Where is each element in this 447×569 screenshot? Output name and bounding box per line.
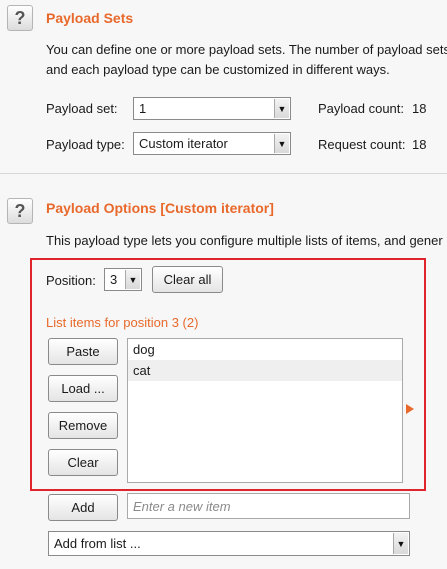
payload-type-select[interactable]: Custom iterator ▼ [133,132,291,155]
triangle-right-icon[interactable] [406,404,414,414]
request-count-value: 18 [412,137,427,152]
chevron-down-icon: ▼ [274,134,289,153]
position-value: 3 [110,272,118,287]
list-item[interactable]: dog [128,339,402,360]
payload-set-value: 1 [139,101,147,116]
paste-button[interactable]: Paste [48,338,118,365]
chevron-down-icon: ▼ [125,270,140,289]
list-items-caption: List items for position 3 (2) [46,315,199,330]
chevron-down-icon: ▼ [393,533,408,554]
section-divider [0,173,447,174]
clear-button[interactable]: Clear [48,449,118,476]
payload-count-label: Payload count: [318,101,405,116]
payload-count-value: 18 [412,101,427,116]
new-item-input[interactable]: Enter a new item [127,493,410,519]
add-from-list-select[interactable]: Add from list ... ▼ [48,531,410,556]
add-button[interactable]: Add [48,494,118,521]
payload-type-label: Payload type: [46,137,125,152]
chevron-down-icon: ▼ [274,99,289,118]
payload-set-label: Payload set: [46,101,118,116]
load-button[interactable]: Load ... [48,375,118,402]
payload-sets-description-line2: and each payload type can be customized … [46,62,390,77]
payload-options-title: Payload Options [Custom iterator] [46,200,274,216]
payload-sets-description-line1: You can define one or more payload sets.… [46,42,447,57]
payload-set-select[interactable]: 1 ▼ [133,97,291,120]
payload-items-list[interactable]: dog cat [127,338,403,483]
clear-all-button[interactable]: Clear all [152,266,223,293]
request-count-label: Request count: [318,137,406,152]
payload-type-value: Custom iterator [139,136,228,151]
help-icon[interactable]: ? [7,5,33,31]
add-from-list-value: Add from list ... [54,536,141,551]
payload-sets-title: Payload Sets [46,10,134,26]
help-icon[interactable]: ? [7,198,33,224]
position-label: Position: [46,273,96,288]
list-item[interactable]: cat [128,360,402,381]
payload-options-description: This payload type lets you configure mul… [46,233,443,248]
remove-button[interactable]: Remove [48,412,118,439]
position-select[interactable]: 3 ▼ [104,268,142,291]
